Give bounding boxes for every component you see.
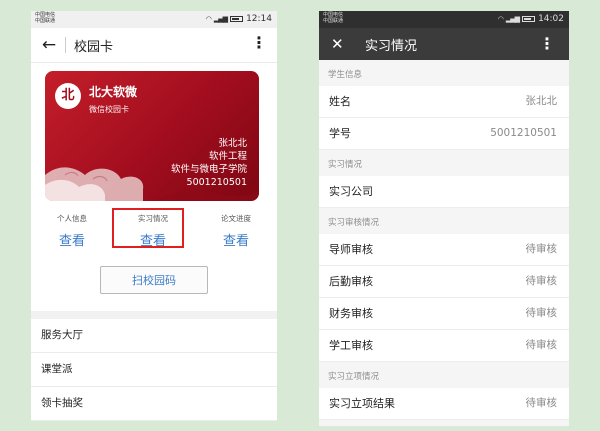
battery-icon [230, 16, 244, 22]
page-title: 实习情况 [365, 38, 418, 54]
row-advisor-review: 导师审核 待审核 [319, 234, 569, 266]
wifi-icon: ◠ [497, 15, 504, 23]
school-name: 北大软微 [89, 85, 138, 99]
status-bar: 中国电信 中国联通 ◠ ▂▄▆ 12:14 [31, 11, 277, 28]
menu-item-card-lottery[interactable]: 领卡抽奖 [31, 387, 277, 421]
cloud-pattern-icon [45, 167, 259, 201]
status-pending: 待审核 [525, 307, 558, 319]
row-finance-review: 财务审核 待审核 [319, 298, 569, 330]
back-arrow-icon[interactable]: ← [39, 35, 59, 55]
row-label: 实习公司 [329, 185, 373, 198]
quick-action-thesis-progress[interactable]: 论文进度 查看 [201, 211, 271, 249]
row-internship-company[interactable]: 实习公司 [319, 176, 569, 208]
row-name: 姓名 张北北 [319, 86, 569, 118]
view-link[interactable]: 查看 [37, 230, 107, 249]
status-pending: 待审核 [525, 339, 558, 351]
wifi-icon: ◠ [205, 15, 212, 23]
row-value: 张北北 [525, 95, 558, 107]
row-student-affairs-review: 学工审核 待审核 [319, 330, 569, 362]
highlight-box [112, 208, 184, 248]
page-title: 校园卡 [74, 39, 114, 55]
section-header-student-info: 学生信息 [319, 60, 569, 86]
quick-action-label: 论文进度 [221, 214, 251, 223]
status-pending: 待审核 [525, 243, 558, 255]
section-header-internship: 实习情况 [319, 150, 569, 176]
card-type: 微信校园卡 [89, 105, 129, 114]
row-label: 学工审核 [329, 339, 373, 352]
row-label: 导师审核 [329, 243, 373, 256]
carrier-name: 中国联通 [323, 18, 344, 24]
carrier-name: 中国联通 [35, 18, 56, 24]
menu-item-classroom[interactable]: 课堂派 [31, 353, 277, 387]
status-bar: 中国电信 中国联通 ◠ ▂▄▆ 14:02 [319, 11, 569, 28]
header-divider [65, 37, 66, 53]
battery-icon [522, 16, 536, 22]
internship-status-screen: 中国电信 中国联通 ◠ ▂▄▆ 14:02 ✕ 实习情况 ⋮ 学生信息 姓名 张… [319, 11, 569, 426]
carrier-info: 中国电信 中国联通 [35, 12, 55, 24]
signal-icon: ▂▄▆ [213, 15, 228, 23]
section-header-review: 实习审核情况 [319, 208, 569, 234]
quick-action-personal-info[interactable]: 个人信息 查看 [37, 211, 107, 249]
app-header: ✕ 实习情况 ⋮ [319, 28, 569, 60]
campus-card[interactable]: 北 北大软微 微信校园卡 张北北 软件工程 软件与微电子学院 500121050… [45, 71, 259, 201]
row-logistics-review: 后勤审核 待审核 [319, 266, 569, 298]
row-value: 5001210501 [490, 127, 557, 139]
service-menu: 服务大厅 课堂派 领卡抽奖 [31, 319, 277, 421]
university-logo-icon: 北 [55, 83, 81, 109]
status-pending: 待审核 [525, 397, 558, 409]
app-header: ← 校园卡 ⋮ [31, 28, 277, 63]
status-pending: 待审核 [525, 275, 558, 287]
row-label: 学号 [329, 127, 351, 140]
close-icon[interactable]: ✕ [331, 35, 347, 53]
carrier-info: 中国电信 中国联通 [323, 12, 343, 24]
row-student-id: 学号 5001210501 [319, 118, 569, 150]
clock: 12:14 [246, 14, 272, 24]
campus-card-screen: 中国电信 中国联通 ◠ ▂▄▆ 12:14 ← 校园卡 ⋮ 北 北大软微 微信校… [31, 11, 277, 421]
quick-action-label: 个人信息 [57, 214, 87, 223]
more-options-icon[interactable]: ⋮ [539, 36, 555, 52]
row-label: 实习立项结果 [329, 397, 395, 410]
row-project-result: 实习立项结果 待审核 [319, 388, 569, 420]
row-label: 后勤审核 [329, 275, 373, 288]
more-options-icon[interactable]: ⋮ [251, 35, 267, 51]
row-label: 姓名 [329, 95, 351, 108]
section-divider [31, 311, 277, 319]
menu-item-service-hall[interactable]: 服务大厅 [31, 319, 277, 353]
scan-campus-code-button[interactable]: 扫校园码 [100, 266, 208, 294]
view-link[interactable]: 查看 [201, 230, 271, 249]
row-label: 财务审核 [329, 307, 373, 320]
signal-icon: ▂▄▆ [505, 15, 520, 23]
section-header-project: 实习立项情况 [319, 362, 569, 388]
clock: 14:02 [538, 14, 564, 24]
